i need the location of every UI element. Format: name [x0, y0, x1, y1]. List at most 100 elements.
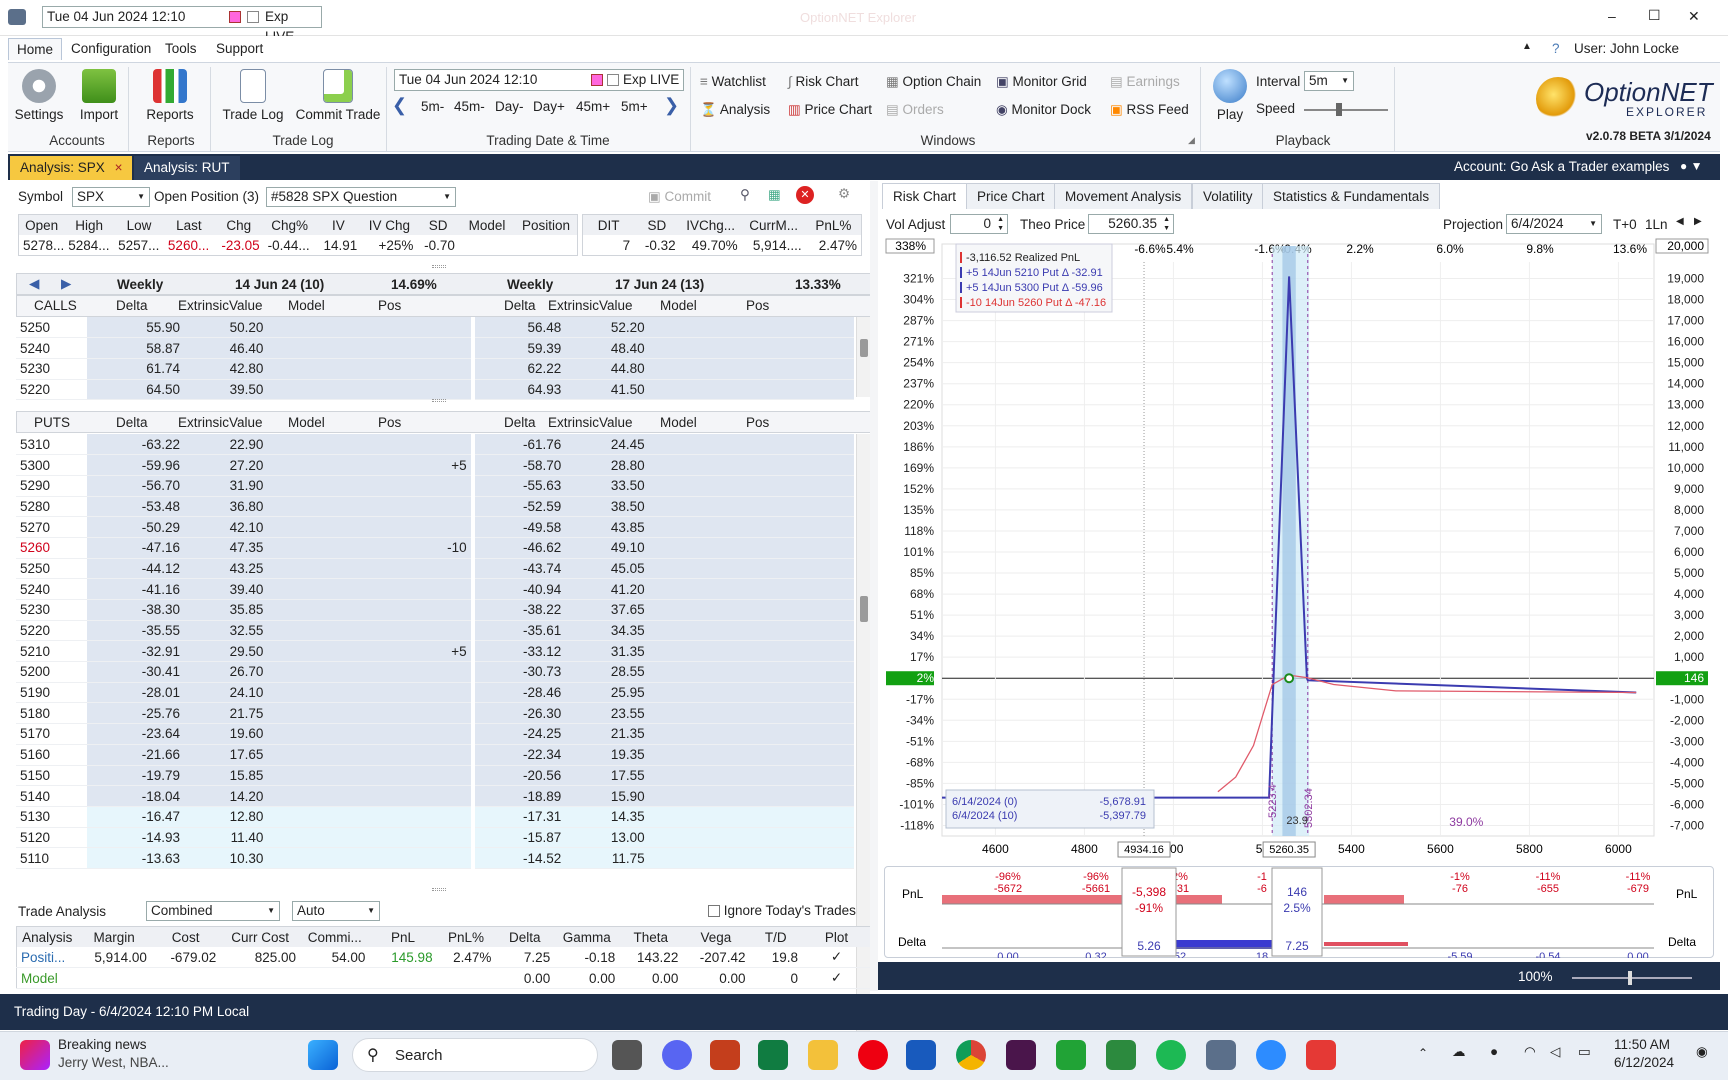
chain-cell[interactable]: 38.50: [565, 496, 669, 518]
strike-cell[interactable]: 5110: [16, 847, 88, 869]
analysis-position-row[interactable]: Positi... 5,914.00 -679.02 825.00 54.00 145.9…: [16, 947, 872, 969]
tab-risk-chart[interactable]: Risk Chart: [882, 183, 968, 209]
chain-cell[interactable]: [382, 578, 475, 600]
chain-cell[interactable]: [668, 682, 762, 704]
chain-row[interactable]: 5170 -23.64 19.60 -24.25 21.35: [16, 723, 854, 745]
chain-cell[interactable]: -18.89: [472, 785, 566, 807]
chain-cell[interactable]: 64.93: [472, 379, 566, 401]
chain-cell[interactable]: 23.55: [565, 702, 669, 725]
app-red-icon[interactable]: [1306, 1040, 1336, 1070]
chain-row[interactable]: 5260 -47.16 47.35 -10 -46.62 49.10: [16, 537, 854, 559]
chain-cell[interactable]: [668, 723, 762, 745]
chain-row[interactable]: 5110 -13.63 10.30 -14.52 11.75: [16, 847, 854, 869]
strike-cell[interactable]: 5180: [16, 702, 88, 725]
spotify-icon[interactable]: [1156, 1040, 1186, 1070]
scrollbar-thumb[interactable]: [860, 596, 868, 622]
auto-select[interactable]: Auto ▼: [292, 901, 380, 921]
step-5m-minus[interactable]: 5m-: [421, 99, 444, 114]
chain-cell[interactable]: -16.47: [87, 806, 185, 828]
chain-cell[interactable]: [761, 537, 854, 559]
import-button[interactable]: Import: [76, 69, 122, 122]
chain-cell[interactable]: 19.35: [565, 744, 669, 766]
chain-cell[interactable]: [668, 806, 762, 828]
chain-cell[interactable]: 56.48: [472, 317, 566, 339]
chain-cell[interactable]: [668, 661, 762, 683]
chain-cell[interactable]: [287, 744, 383, 766]
chain-cell[interactable]: 43.85: [565, 516, 669, 538]
position-select[interactable]: #5828 SPX Question ▼: [266, 187, 456, 207]
analysis-col-header[interactable]: Analysis: [17, 927, 78, 948]
chain-cell[interactable]: 50.20: [184, 317, 288, 339]
chain-cell[interactable]: [287, 765, 383, 787]
chain-cell[interactable]: 49.10: [565, 537, 669, 559]
chain-cell[interactable]: -30.73: [472, 661, 566, 683]
chain-cell[interactable]: 35.85: [184, 599, 288, 621]
chain-cell[interactable]: 13.00: [565, 827, 669, 849]
analysis-col-header[interactable]: T/D: [750, 927, 803, 948]
chain-cell[interactable]: 61.74: [87, 358, 185, 380]
chain-row[interactable]: 5270 -50.29 42.10 -49.58 43.85: [16, 516, 854, 538]
chain-cell[interactable]: 11.75: [565, 847, 669, 869]
chain-row[interactable]: 5280 -53.48 36.80 -52.59 38.50: [16, 496, 854, 518]
search-icon[interactable]: ⚲: [740, 187, 750, 203]
optionnet-taskbar-icon[interactable]: [1206, 1040, 1236, 1070]
notification-icon[interactable]: ◉: [1696, 1044, 1708, 1060]
chain-cell[interactable]: -38.22: [472, 599, 566, 621]
chain-cell[interactable]: 24.45: [565, 434, 669, 456]
slack-icon[interactable]: [1006, 1040, 1036, 1070]
chain-cell[interactable]: [382, 661, 475, 683]
chain-cell[interactable]: -41.16: [87, 578, 185, 600]
chain-cell[interactable]: 32.55: [184, 620, 288, 642]
pane-splitter[interactable]: [870, 181, 878, 991]
chain-cell[interactable]: [287, 516, 383, 538]
chain-cell[interactable]: -38.30: [87, 599, 185, 621]
excel-icon[interactable]: [758, 1040, 788, 1070]
chain-cell[interactable]: 21.75: [184, 702, 288, 725]
next-expiry-icon[interactable]: ▶: [61, 276, 71, 292]
grid-icon[interactable]: ▦: [768, 187, 781, 203]
analysis-col-header[interactable]: Curr Cost: [220, 927, 300, 948]
strike-cell[interactable]: 5240: [16, 337, 88, 359]
chain-cell[interactable]: [668, 620, 762, 642]
chain-row[interactable]: 5150 -19.79 15.85 -20.56 17.55: [16, 765, 854, 787]
analysis-col-header[interactable]: Commi...: [300, 927, 369, 948]
chain-row[interactable]: 5310 -63.22 22.90 -61.76 24.45: [16, 434, 854, 456]
chain-cell[interactable]: [382, 682, 475, 704]
zoom-slider[interactable]: [1572, 977, 1692, 979]
chain-cell[interactable]: [761, 317, 854, 339]
chain-cell[interactable]: 46.40: [184, 337, 288, 359]
chain-cell[interactable]: -24.25: [472, 723, 566, 745]
task-view-icon[interactable]: [612, 1040, 642, 1070]
strike-cell[interactable]: 5230: [16, 599, 88, 621]
file-explorer-icon[interactable]: [808, 1040, 838, 1070]
chain-cell[interactable]: [668, 475, 762, 497]
chain-cell[interactable]: [382, 379, 475, 401]
taskbar-search[interactable]: ⚲ Search: [352, 1038, 598, 1072]
rss-feed-button[interactable]: ▣ RSS Feed: [1110, 102, 1189, 118]
account-menu-icon[interactable]: ● ▼: [1680, 159, 1702, 173]
chain-cell[interactable]: -52.59: [472, 496, 566, 518]
camtasia-icon[interactable]: [1056, 1040, 1086, 1070]
chain-cell[interactable]: -44.12: [87, 558, 185, 580]
menu-home[interactable]: Home: [8, 38, 63, 60]
chain-cell[interactable]: 64.50: [87, 379, 185, 401]
analysis-col-header[interactable]: PnL%: [437, 927, 496, 948]
chain-cell[interactable]: 37.65: [565, 599, 669, 621]
chain-cell[interactable]: [287, 358, 383, 380]
strike-cell[interactable]: 5150: [16, 765, 88, 787]
chain-cell[interactable]: [761, 620, 854, 642]
chain-cell[interactable]: [668, 744, 762, 766]
play-button[interactable]: Play: [1208, 69, 1252, 122]
chain-cell[interactable]: [761, 765, 854, 787]
chain-cell[interactable]: [287, 661, 383, 683]
chain-row[interactable]: 5230 -38.30 35.85 -38.22 37.65: [16, 599, 854, 621]
chain-cell[interactable]: 62.22: [472, 358, 566, 380]
strike-cell[interactable]: 5250: [16, 317, 88, 339]
chain-cell[interactable]: -28.46: [472, 682, 566, 704]
chain-cell[interactable]: [287, 702, 383, 725]
chain-cell[interactable]: -58.70: [472, 454, 566, 476]
chain-cell[interactable]: 33.50: [565, 475, 669, 497]
calls-col-model[interactable]: Model: [288, 298, 325, 313]
chain-cell[interactable]: -28.01: [87, 682, 185, 704]
chain-cell[interactable]: [382, 723, 475, 745]
